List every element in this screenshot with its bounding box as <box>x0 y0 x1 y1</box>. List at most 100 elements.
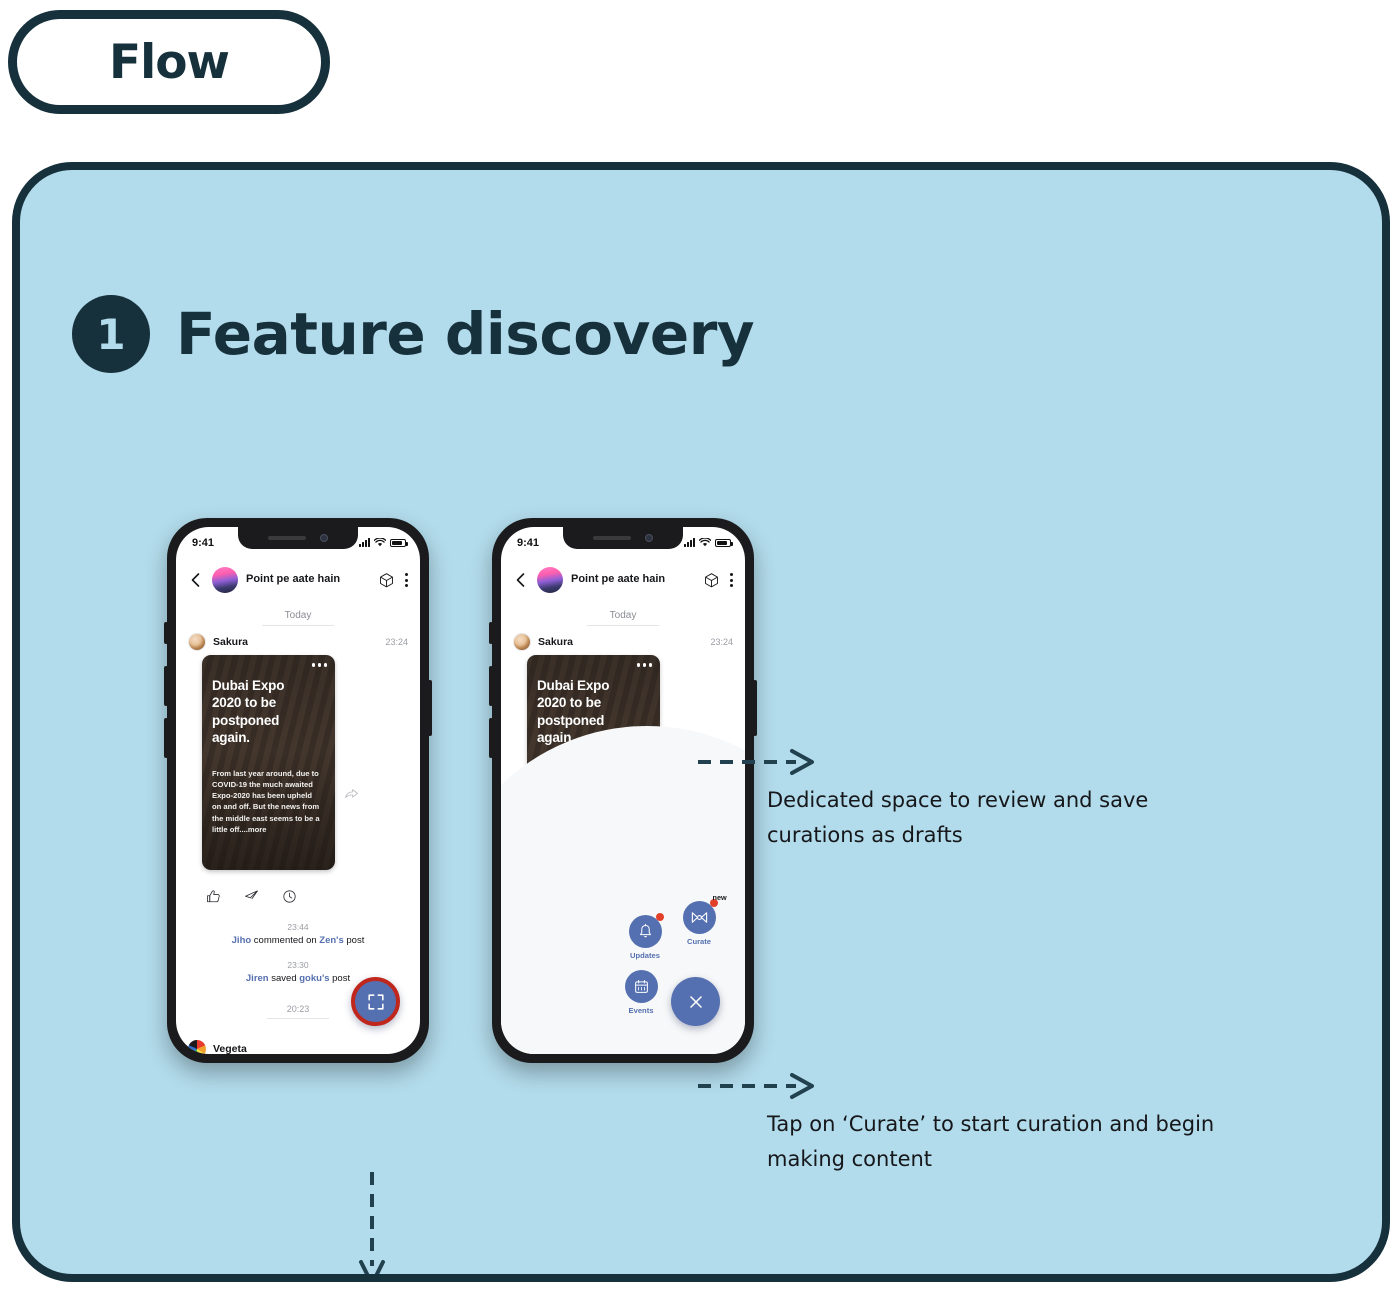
avatar[interactable] <box>188 633 206 651</box>
message-sender-row: Sakura 23:24 <box>513 633 733 651</box>
avatar[interactable] <box>537 567 563 593</box>
activity-middle: commented on <box>251 935 320 946</box>
front-camera-icon <box>645 534 653 542</box>
date-divider-label: Today <box>262 610 334 626</box>
activity-timestamp: 23:30 <box>287 960 309 970</box>
app-header-actions <box>703 572 733 589</box>
bell-glyph <box>639 923 651 938</box>
phone-notch <box>563 527 683 549</box>
bell-icon <box>628 913 664 948</box>
activity-user[interactable]: Jiren <box>246 973 269 984</box>
fab-item-label: Events <box>628 1006 654 1015</box>
flow-slide: Flow 1 Feature discovery 9:41 Point pe a… <box>0 0 1400 1289</box>
avatar[interactable] <box>212 567 238 593</box>
date-divider: Today <box>176 605 420 626</box>
page-title: Feature discovery <box>176 300 755 368</box>
kebab-menu-icon[interactable] <box>405 573 408 587</box>
signal-bars-icon <box>684 538 695 547</box>
earpiece-speaker <box>268 536 306 540</box>
fab-item-label: Curate <box>686 937 712 946</box>
more-dots-icon[interactable] <box>311 663 327 667</box>
phone-volume-down-button[interactable] <box>164 718 168 758</box>
battery-icon <box>715 538 733 547</box>
phone-volume-up-button[interactable] <box>164 666 168 706</box>
signal-bars-icon <box>359 538 370 547</box>
wifi-icon <box>699 538 711 547</box>
activity-user[interactable]: Jiho <box>232 935 252 946</box>
activity-item: 23:44 Jiho commented on Zen's post <box>176 922 420 946</box>
flow-badge-label: Flow <box>109 34 230 90</box>
3d-box-icon[interactable] <box>703 572 720 589</box>
news-card-body: From last year around, due to COVID-19 t… <box>212 769 320 834</box>
message-timestamp: 23:24 <box>385 637 408 647</box>
page-title-row: 1 Feature discovery <box>72 295 755 373</box>
activity-timestamp: 23:44 <box>287 922 309 932</box>
phone-power-button[interactable] <box>428 680 432 736</box>
message-timestamp: 23:24 <box>710 637 733 647</box>
date-divider-label: Today <box>587 610 659 626</box>
phone-power-button[interactable] <box>753 680 757 736</box>
annotation-text-fab: Foating action button to accomadate more… <box>152 1270 942 1274</box>
back-chevron-icon[interactable] <box>513 572 529 588</box>
phone-mute-button[interactable] <box>164 622 168 644</box>
message-sender-name: Sakura <box>538 636 574 648</box>
battery-icon <box>390 538 408 547</box>
more-dots-icon[interactable] <box>636 663 652 667</box>
fab-item-updates[interactable]: Updates <box>619 913 671 960</box>
send-icon[interactable] <box>244 889 259 904</box>
floating-action-button[interactable] <box>351 977 400 1026</box>
fab-item-label: Updates <box>630 951 660 960</box>
wifi-icon <box>374 538 386 547</box>
news-card-title: Dubai Expo 2020 to be postponed again. <box>212 678 285 745</box>
status-bar-icons <box>684 538 733 547</box>
activity-text: Jiho commented on Zen's post <box>176 935 420 946</box>
activity-target[interactable]: Zen's <box>319 935 343 946</box>
close-x-icon <box>689 995 702 1008</box>
phone-mute-button[interactable] <box>489 622 493 644</box>
expand-corners-icon <box>367 993 384 1010</box>
activity-suffix: post <box>343 935 365 946</box>
fab-item-events[interactable]: Events <box>615 970 667 1015</box>
phone-volume-down-button[interactable] <box>489 718 493 758</box>
activity-target[interactable]: goku's <box>299 973 329 984</box>
slide-container: 1 Feature discovery 9:41 Point pe aate h… <box>12 162 1390 1282</box>
activity-middle: saved <box>268 973 300 984</box>
phone-volume-up-button[interactable] <box>489 666 493 706</box>
curate-glyph <box>691 912 707 923</box>
thumbs-up-icon[interactable] <box>206 889 221 904</box>
3d-box-icon[interactable] <box>378 572 395 589</box>
phone-mockup-collapsed: 9:41 Point pe aate hain Today Sakura 23:… <box>164 518 432 1063</box>
annotation-arrow-2 <box>698 1073 814 1099</box>
fab-close-button[interactable] <box>671 977 720 1026</box>
annotation-arrow-3 <box>359 1172 385 1274</box>
phone-screen: 9:41 Point pe aate hain Today Sakura 23:… <box>176 527 420 1054</box>
annotation-arrow-1 <box>698 749 814 775</box>
new-tag-label: new <box>712 893 727 902</box>
message-sender-row: Sakura 23:24 <box>188 633 408 651</box>
status-bar-time: 9:41 <box>517 536 540 549</box>
post-actions <box>206 889 297 904</box>
notification-badge <box>655 913 664 921</box>
message-sender-row-next: Vegeta <box>188 1040 247 1054</box>
activity-suffix: post <box>329 973 351 984</box>
avatar[interactable] <box>188 1040 206 1054</box>
news-card[interactable]: Dubai Expo 2020 to be postponed again. F… <box>202 655 335 870</box>
message-sender-name: Sakura <box>213 636 249 648</box>
calendar-glyph <box>634 979 648 993</box>
share-arrow-icon[interactable] <box>344 787 359 802</box>
app-header-actions <box>378 572 408 589</box>
avatar[interactable] <box>513 633 531 651</box>
kebab-menu-icon[interactable] <box>730 573 733 587</box>
back-chevron-icon[interactable] <box>188 572 204 588</box>
time-divider-label: 20:23 <box>267 1004 329 1019</box>
app-header: Point pe aate hain <box>501 557 745 603</box>
message-sender-name: Vegeta <box>213 1043 247 1054</box>
fab-item-curate[interactable]: new Curate <box>673 893 727 946</box>
annotation-text-drafts: Dedicated space to review and save curat… <box>767 788 1149 848</box>
phone-notch <box>238 527 358 549</box>
status-bar-icons <box>359 538 408 547</box>
calendar-icon <box>624 970 658 1003</box>
page-title-chat: Point pe aate hain <box>246 573 341 586</box>
front-camera-icon <box>320 534 328 542</box>
clock-icon[interactable] <box>282 889 297 904</box>
